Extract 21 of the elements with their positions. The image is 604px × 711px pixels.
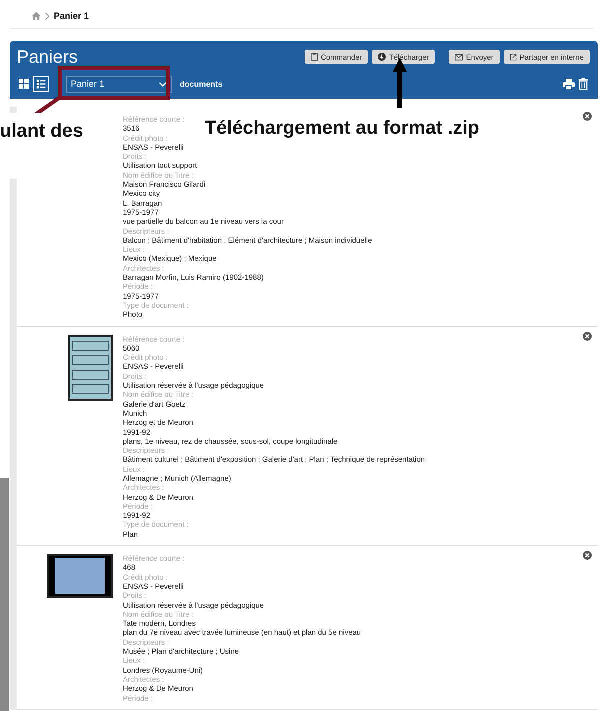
- panel-title: Paniers: [17, 46, 78, 68]
- clipboard-icon: [310, 53, 318, 61]
- home-icon[interactable]: [32, 12, 41, 20]
- print-icon[interactable]: [563, 78, 575, 90]
- remove-icon[interactable]: [583, 332, 592, 341]
- annotation-text: Téléchargement au format .zip: [205, 118, 480, 140]
- trash-icon[interactable]: [579, 78, 588, 90]
- document-count: documents: [180, 80, 223, 88]
- remove-icon[interactable]: [583, 112, 592, 121]
- remove-icon[interactable]: [583, 551, 592, 560]
- breadcrumb-current: Panier 1: [54, 11, 90, 21]
- basket-select[interactable]: Panier 1: [66, 76, 172, 92]
- slide-thumbnail[interactable]: [47, 554, 113, 598]
- list-view-icon[interactable]: [34, 77, 48, 91]
- chevron-down-icon: [159, 82, 167, 86]
- plan-thumbnail[interactable]: [68, 334, 113, 401]
- external-link-icon: [510, 54, 517, 60]
- grid-view-icon[interactable]: [18, 78, 30, 90]
- download-icon: [378, 53, 386, 61]
- chevron-right-icon: [45, 12, 50, 20]
- mail-icon: [455, 54, 464, 60]
